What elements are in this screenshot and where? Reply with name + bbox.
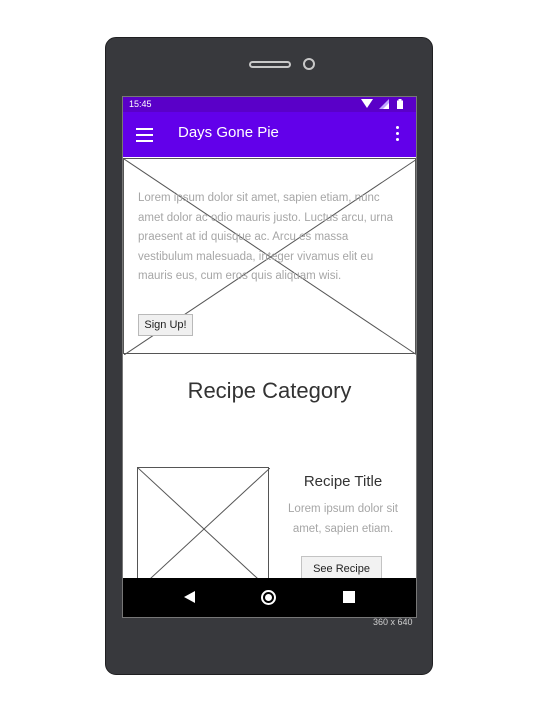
sign-up-button[interactable]: Sign Up! [138,314,193,336]
front-camera [303,58,315,70]
app-bar: Days Gone Pie [123,112,416,157]
status-time: 15:45 [129,99,152,109]
back-icon[interactable] [184,591,195,603]
recipe-title: Recipe Title [303,473,383,490]
status-bar: 15:45 [123,97,416,112]
signal-icon [379,99,389,109]
hero-description: Lorem ipsum dolor sit amet, sapien etiam… [138,192,394,282]
home-icon[interactable] [261,590,276,605]
category-title: Recipe Category [187,378,352,403]
wifi-icon [361,99,373,108]
image-placeholder-icon [138,468,270,590]
speaker-grille [249,61,291,68]
recipe-description: Lorem ipsum dolor sit amet, sapien etiam… [288,503,398,535]
battery-icon [397,99,403,109]
hamburger-menu-icon[interactable] [136,128,153,142]
screen-dimensions-label: 360 x 640 [373,617,413,627]
navigation-bar [123,578,416,617]
more-options-icon[interactable] [396,126,400,144]
hero-image-placeholder: Lorem ipsum dolor sit amet, sapien etiam… [123,158,416,355]
phone-frame: 15:45 Days Gone Pie Lorem ipsum dolor si… [105,37,433,675]
device-screen: 15:45 Days Gone Pie Lorem ipsum dolor si… [123,97,416,617]
recipe-image-placeholder [137,467,270,590]
recent-apps-icon[interactable] [343,591,355,603]
app-title: Days Gone Pie [178,124,279,141]
